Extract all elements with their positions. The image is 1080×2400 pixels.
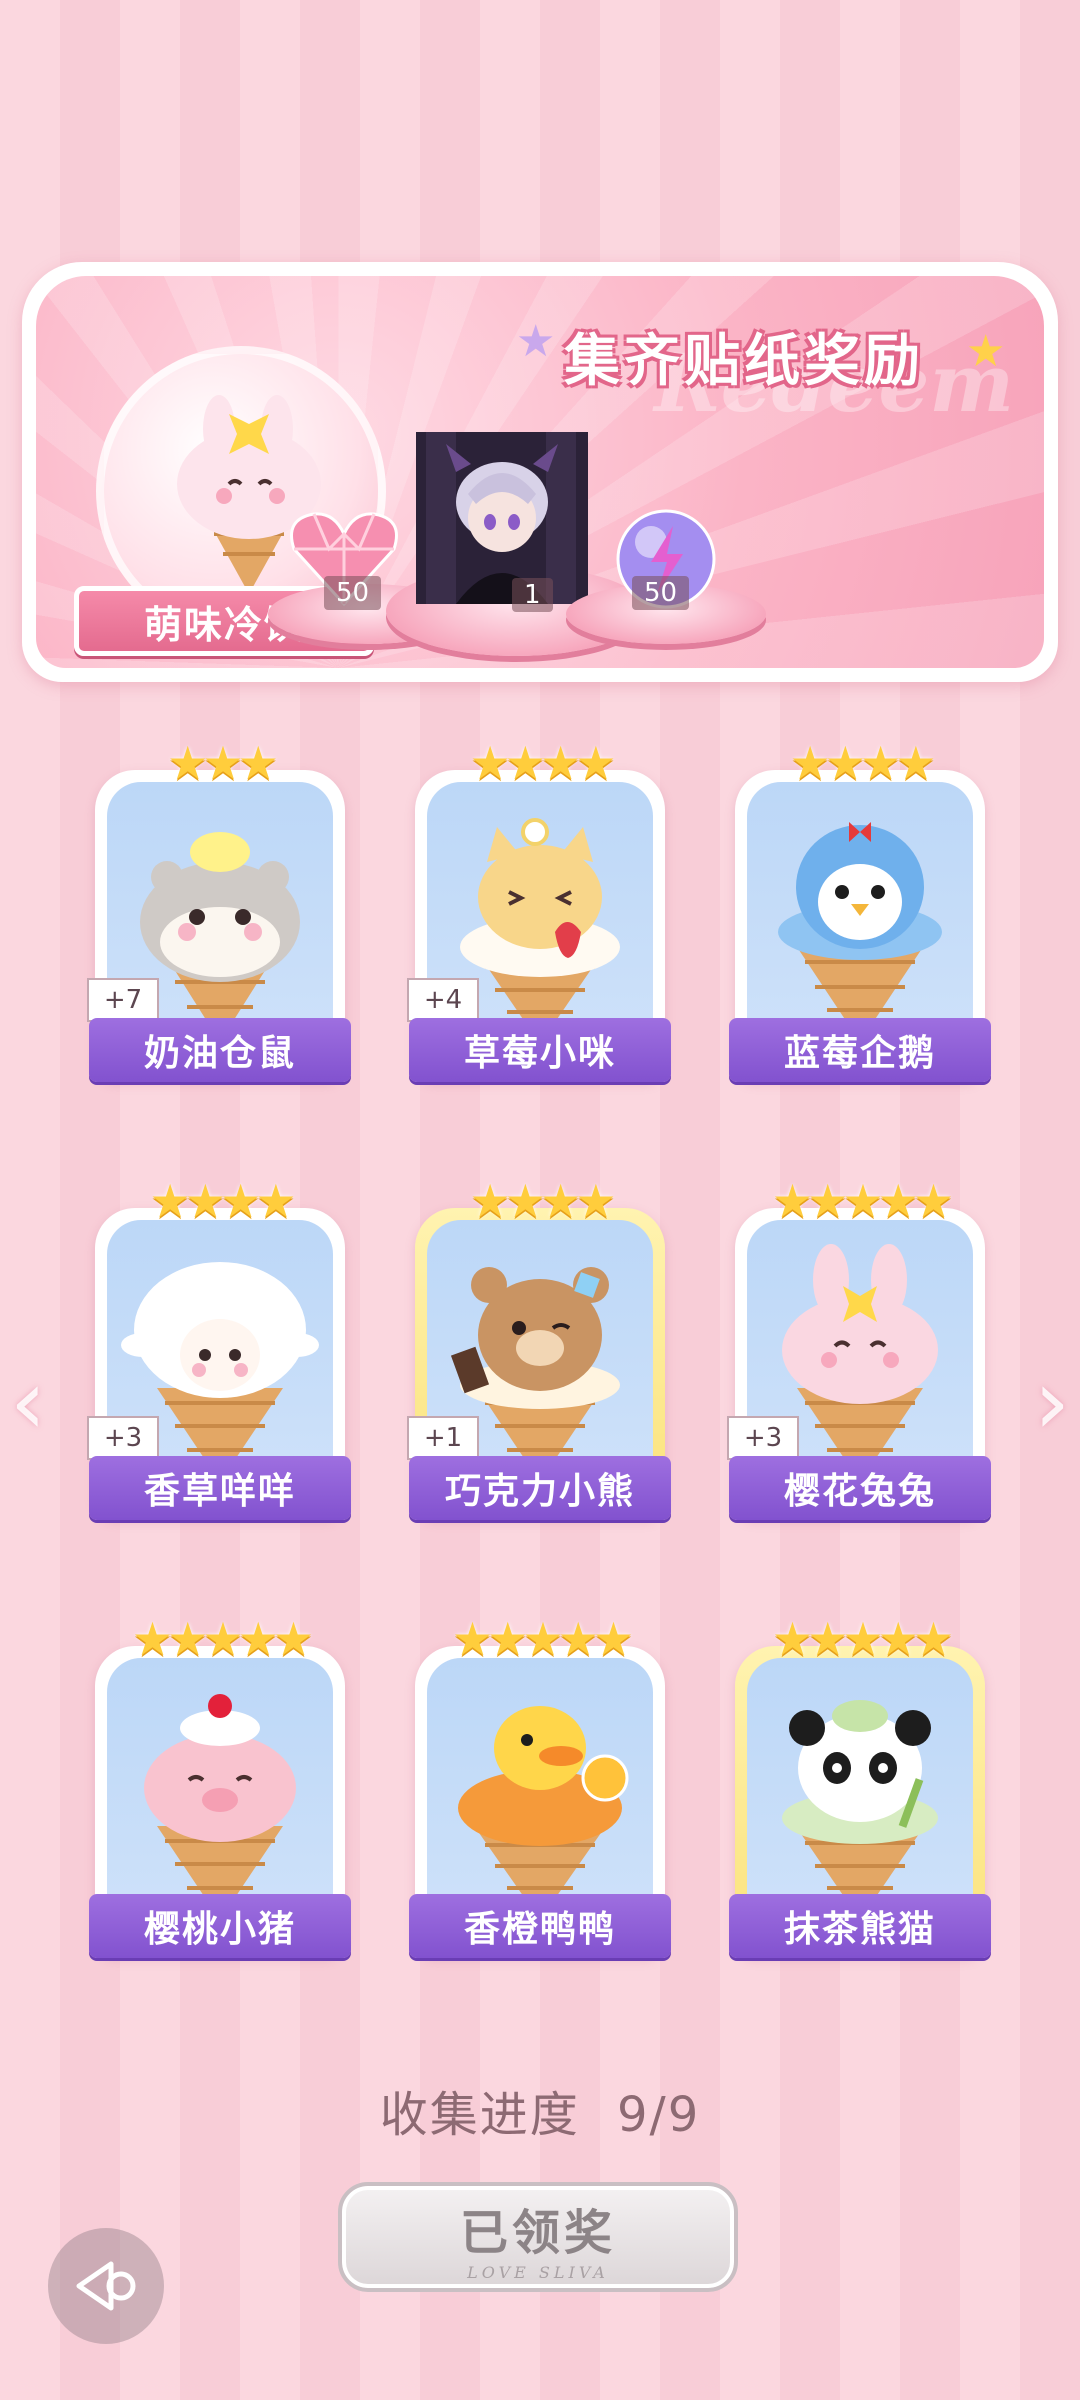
- rarity-stars: ★★★★: [469, 1174, 617, 1228]
- rarity-stars: ★★★★★: [131, 1612, 314, 1666]
- claimed-reward-button[interactable]: 已领奖 LOVE SLIVA: [338, 2182, 738, 2292]
- reward-count-1: 50: [324, 576, 382, 610]
- title-star-left-icon: ★: [516, 316, 556, 367]
- card-name: 奶油仓鼠: [89, 1018, 351, 1082]
- back-button[interactable]: [48, 2228, 164, 2344]
- reward-count-2: 1: [512, 578, 553, 612]
- card-name: 抹茶熊猫: [729, 1894, 991, 1958]
- card-name: 草莓小咪: [409, 1018, 671, 1082]
- reward-panel: Redeem ★ ★ 集齐贴纸奖励 萌味冷饮 50 1 50: [22, 262, 1058, 682]
- sticker-card-duck[interactable]: ★★★★★ 香橙鸭鸭: [409, 1612, 671, 1976]
- rarity-stars: ★★★★★: [451, 1612, 634, 1666]
- duplicate-count-badge: +1: [407, 1416, 479, 1460]
- duplicate-count-badge: +7: [87, 978, 159, 1022]
- sticker-card-hamster[interactable]: ★★★ +7 奶油仓鼠: [87, 736, 351, 1100]
- sticker-card-bunny[interactable]: ★★★★★ +3 樱花兔兔: [727, 1174, 991, 1538]
- rarity-stars: ★★★★★: [771, 1612, 954, 1666]
- card-name: 香橙鸭鸭: [409, 1894, 671, 1958]
- progress-label: 收集进度: [379, 2087, 580, 2143]
- card-name: 樱桃小猪: [89, 1894, 351, 1958]
- sticker-card-cat[interactable]: ★★★★ +4 草莓小咪: [407, 736, 671, 1100]
- reward-panel-inner: Redeem ★ ★ 集齐贴纸奖励 萌味冷饮 50 1 50: [36, 276, 1044, 668]
- rarity-stars: ★★★★★: [771, 1174, 954, 1228]
- rarity-stars: ★★★★: [149, 1174, 297, 1228]
- progress-value: 9/9: [617, 2087, 701, 2143]
- sticker-card-bear[interactable]: ★★★★ +1 巧克力小熊: [407, 1174, 671, 1538]
- card-name: 巧克力小熊: [409, 1456, 671, 1520]
- sticker-card-penguin[interactable]: ★★★★ 蓝莓企鹅: [729, 736, 991, 1100]
- claimed-button-sub: LOVE SLIVA: [467, 2262, 609, 2282]
- card-name: 樱花兔兔: [729, 1456, 991, 1520]
- collection-progress: 收集进度 9/9: [0, 2075, 1080, 2145]
- duplicate-count-badge: +4: [407, 978, 479, 1022]
- claimed-button-label: 已领奖: [459, 2204, 616, 2261]
- character-portrait[interactable]: [416, 432, 588, 604]
- title-star-right-icon: ★: [966, 326, 1006, 377]
- card-name: 香草咩咩: [89, 1456, 351, 1520]
- rarity-stars: ★★★★: [789, 736, 937, 790]
- duplicate-count-badge: +3: [727, 1416, 799, 1460]
- rarity-stars: ★★★★: [469, 736, 617, 790]
- rarity-stars: ★★★: [167, 736, 279, 790]
- duplicate-count-badge: +3: [87, 1416, 159, 1460]
- card-name: 蓝莓企鹅: [729, 1018, 991, 1082]
- reward-title: 集齐贴纸奖励: [564, 329, 924, 394]
- reward-count-3: 50: [632, 576, 690, 610]
- sticker-card-panda[interactable]: ★★★★★ 抹茶熊猫: [729, 1612, 991, 1976]
- next-page-arrow-icon[interactable]: ›: [1034, 1350, 1070, 1455]
- sticker-card-pig[interactable]: ★★★★★ 樱桃小猪: [89, 1612, 351, 1976]
- prev-page-arrow-icon[interactable]: ‹: [10, 1350, 46, 1455]
- sticker-card-sheep[interactable]: ★★★★ +3 香草咩咩: [87, 1174, 351, 1538]
- back-arrow-icon: [76, 2261, 136, 2311]
